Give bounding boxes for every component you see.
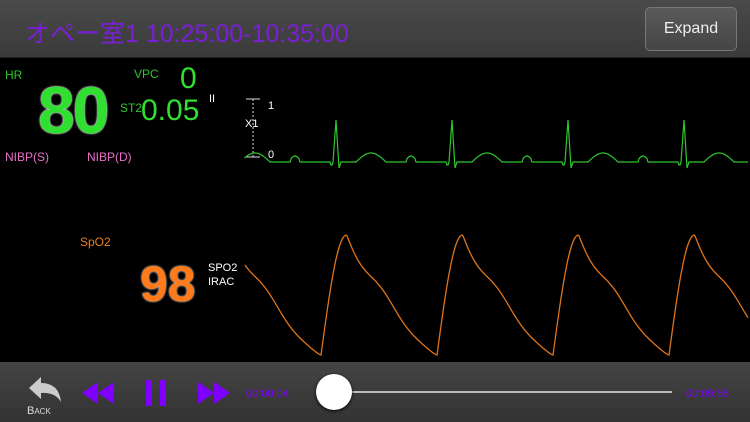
pause-icon[interactable] [146,380,168,406]
playback-bar: Back 00:00:04 00:09:56 [0,362,750,422]
scale-bar [246,98,260,158]
back-label: Back [27,405,51,417]
back-arrow-icon [29,377,61,402]
spo2-waveform [244,234,749,356]
progress-slider[interactable] [316,374,672,410]
rewind-icon[interactable] [82,382,116,404]
elapsed-time: 00:00:04 [246,388,289,400]
fast-forward-icon[interactable] [198,382,232,404]
waveform-area [244,98,749,356]
slider-thumb[interactable] [316,374,353,410]
remaining-time: 00:09:56 [686,388,729,400]
ecg-waveform [244,119,748,169]
back-button[interactable]: Back [24,374,66,420]
